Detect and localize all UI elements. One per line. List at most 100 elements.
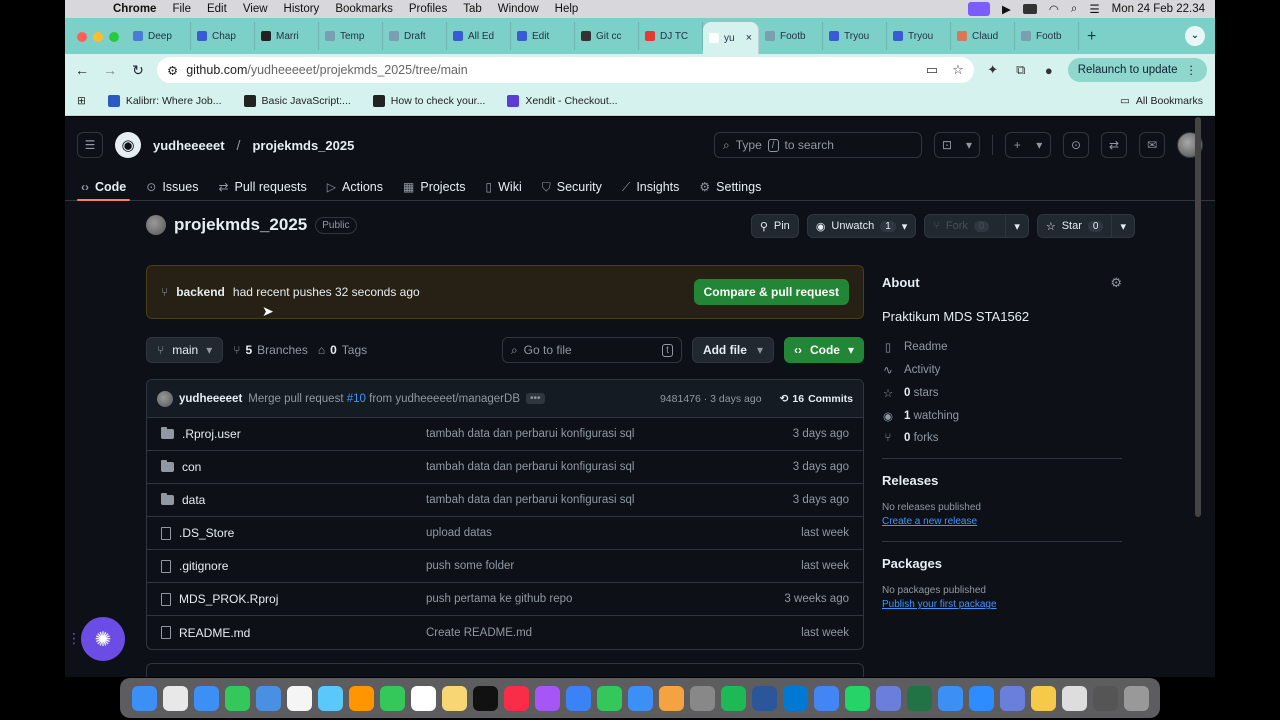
tags-link[interactable]: ⌂ 0 Tags <box>318 343 367 357</box>
menu-file[interactable]: File <box>164 3 199 15</box>
dock-app-icon[interactable] <box>534 685 560 711</box>
commit-hash-time[interactable]: 9481476 · 3 days ago <box>660 393 762 405</box>
menu-history[interactable]: History <box>276 3 328 15</box>
bookmark-item[interactable]: Basic JavaScript:... <box>243 94 351 107</box>
dock-app-icon[interactable] <box>565 685 591 711</box>
dock-app-icon[interactable] <box>1123 685 1149 711</box>
browser-tab[interactable]: Footb <box>759 22 823 50</box>
browser-tab[interactable]: Draft <box>383 22 447 50</box>
add-file-button[interactable]: Add file ▾ <box>691 337 774 363</box>
branch-selector[interactable]: ⑂ main ▾ <box>146 337 224 363</box>
browser-tab[interactable]: All Ed <box>447 22 511 50</box>
browser-tab[interactable]: Marri <box>255 22 319 50</box>
pull-requests-icon[interactable]: ⇄ <box>1101 132 1127 158</box>
compare-pull-request-button[interactable]: Compare & pull request <box>693 279 849 305</box>
browser-tab[interactable]: Edit <box>511 22 575 50</box>
menu-window[interactable]: Window <box>490 3 547 15</box>
menu-profiles[interactable]: Profiles <box>401 3 455 15</box>
github-logo-icon[interactable]: ◉ <box>115 132 141 158</box>
dock-app-icon[interactable] <box>1030 685 1056 711</box>
dock-app-icon[interactable] <box>968 685 994 711</box>
dock-app-icon[interactable] <box>937 685 963 711</box>
reload-icon[interactable]: ↻ <box>129 62 147 79</box>
menubar-clock[interactable]: Mon 24 Feb 22.34 <box>1112 3 1205 15</box>
table-row[interactable]: README.md Create README.md last week <box>147 616 863 649</box>
browser-tab[interactable]: Tryou <box>887 22 951 50</box>
dock-app-icon[interactable] <box>1061 685 1087 711</box>
floating-assistant-button[interactable]: ✺ <box>81 617 125 661</box>
dock-app-icon[interactable] <box>813 685 839 711</box>
address-bar[interactable]: ⚙ github.com/yudheeeeet/projekmds_2025/t… <box>157 57 974 83</box>
bookmark-item[interactable]: Kalibrr: Where Job... <box>107 94 222 107</box>
file-name-link[interactable]: .Rproj.user <box>182 427 241 441</box>
page-scrollbar[interactable] <box>1195 117 1201 517</box>
menu-view[interactable]: View <box>235 3 276 15</box>
activity-link[interactable]: ∿ Activity <box>882 363 1122 377</box>
inbox-icon[interactable]: ✉ <box>1139 132 1165 158</box>
unwatch-button[interactable]: ◉ Unwatch 1 ▾ <box>806 214 917 238</box>
browser-tab[interactable]: Claud <box>951 22 1015 50</box>
commit-author[interactable]: yudheeeeet <box>179 393 242 405</box>
tab-projects[interactable]: ▦ Projects <box>403 173 466 201</box>
table-row[interactable]: MDS_PROK.Rproj push pertama ke github rep… <box>147 583 863 616</box>
pushed-branch-name[interactable]: backend <box>176 285 225 299</box>
releases-heading[interactable]: Releases <box>882 473 1122 488</box>
pin-button[interactable]: ⚲ Pin <box>750 214 799 238</box>
dock-app-icon[interactable] <box>689 685 715 711</box>
global-search-input[interactable]: ⌕ Type / to search <box>714 132 922 158</box>
dock-app-icon[interactable] <box>751 685 777 711</box>
file-commit-message[interactable]: push some folder <box>426 560 801 572</box>
code-button[interactable]: ‹› Code ▾ <box>783 337 864 363</box>
readme-link[interactable]: ▯ Readme <box>882 340 1122 354</box>
table-row[interactable]: con tambah data dan perbarui konfigurasi … <box>147 451 863 484</box>
bookmark-item[interactable]: How to check your... <box>372 94 485 107</box>
table-row[interactable]: .Rproj.user tambah data dan perbarui konf… <box>147 418 863 451</box>
file-name-link[interactable]: data <box>182 493 205 507</box>
dock-app-icon[interactable] <box>441 685 467 711</box>
dock-app-icon[interactable] <box>131 685 157 711</box>
tab-wiki[interactable]: ▯ Wiki <box>486 173 522 201</box>
commit-message[interactable]: Merge pull request #10 from yudheeeeet/m… <box>248 393 520 405</box>
commit-pr-link[interactable]: #10 <box>347 393 366 405</box>
watching-link[interactable]: ◉ 1 watching <box>882 409 1122 423</box>
zoom-window-button[interactable] <box>109 32 119 42</box>
forks-link[interactable]: ⑂ 0 forks <box>882 432 1122 444</box>
tab-code[interactable]: ‹› Code <box>76 173 131 201</box>
file-commit-message[interactable]: Create README.md <box>426 627 801 639</box>
close-tab-icon[interactable]: × <box>746 32 752 44</box>
dock-app-icon[interactable] <box>627 685 653 711</box>
dock-app-icon[interactable] <box>999 685 1025 711</box>
battery-icon[interactable] <box>1022 4 1037 14</box>
go-to-file-input[interactable]: ⌕ Go to file t <box>501 337 682 363</box>
extension-icon[interactable]: ✦ <box>984 62 1002 78</box>
file-commit-message[interactable]: tambah data dan perbarui konfigurasi sql <box>426 494 793 506</box>
file-commit-message[interactable]: push pertama ke github repo <box>426 593 784 605</box>
fork-button[interactable]: ⑂ Fork 0 ▾ <box>924 214 1029 238</box>
close-window-button[interactable] <box>77 32 87 42</box>
control-center-icon[interactable]: ☰ <box>1089 2 1099 16</box>
play-icon[interactable]: ▶ <box>1002 2 1011 16</box>
file-name-link[interactable]: README.md <box>179 626 250 640</box>
dock-app-icon[interactable] <box>596 685 622 711</box>
fork-dropdown-chevron-icon[interactable]: ▾ <box>1005 215 1028 237</box>
star-dropdown-chevron-icon[interactable]: ▾ <box>1111 215 1134 237</box>
browser-tab[interactable]: Chap <box>191 22 255 50</box>
dock-app-icon[interactable] <box>410 685 436 711</box>
dock-app-icon[interactable] <box>472 685 498 711</box>
dock-app-icon[interactable] <box>1092 685 1118 711</box>
browser-tab[interactable]: Temp <box>319 22 383 50</box>
star-button[interactable]: ☆ Star 0 ▾ <box>1036 214 1135 238</box>
screen-share-icon[interactable] <box>967 2 990 16</box>
tab-actions[interactable]: ▷ Actions <box>327 173 383 201</box>
site-info-icon[interactable]: ⚙ <box>167 63 178 78</box>
file-commit-message[interactable]: tambah data dan perbarui konfigurasi sql <box>426 428 793 440</box>
gear-icon[interactable]: ⚙ <box>1110 275 1122 291</box>
menu-app-name[interactable]: Chrome <box>105 3 164 15</box>
dock-app-icon[interactable] <box>224 685 250 711</box>
file-name-link[interactable]: MDS_PROK.Rproj <box>179 592 278 606</box>
puzzle-icon[interactable]: ⧉ <box>1012 62 1030 78</box>
profile-avatar-icon[interactable]: ● <box>1040 63 1058 78</box>
breadcrumb-owner[interactable]: yudheeeeet <box>153 138 225 153</box>
menu-edit[interactable]: Edit <box>199 3 235 15</box>
dock-app-icon[interactable] <box>255 685 281 711</box>
